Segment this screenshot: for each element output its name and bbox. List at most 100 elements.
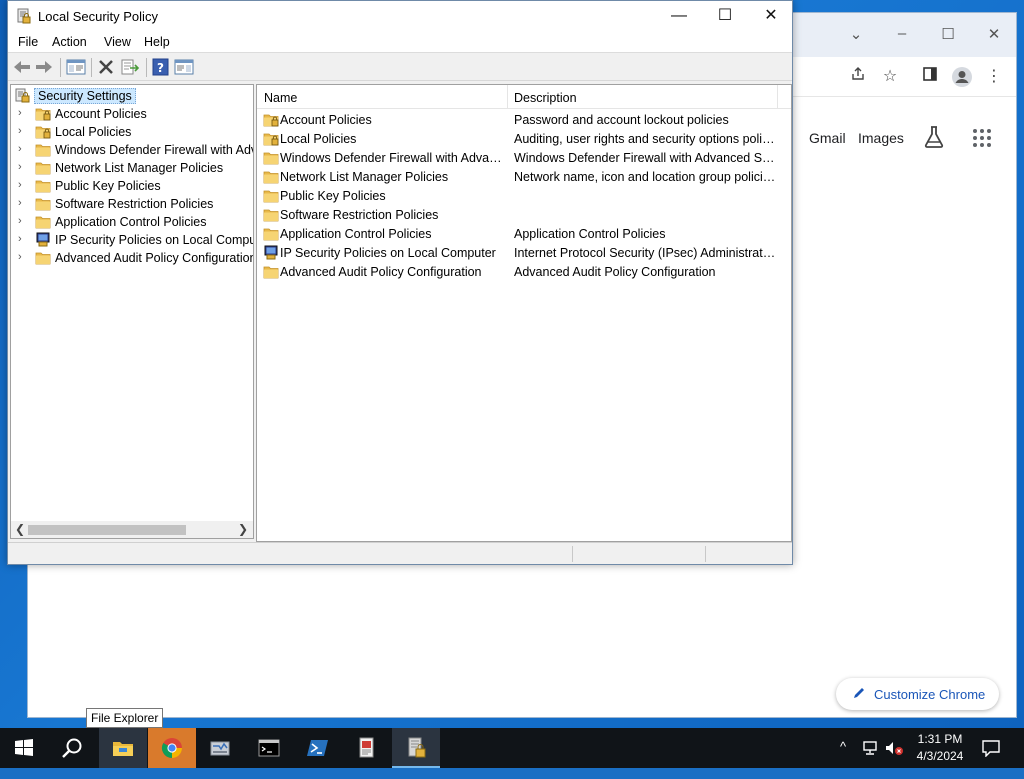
folder-icon [263, 207, 279, 222]
tree-item-label: Network List Manager Policies [55, 161, 224, 175]
expand-chevron-icon[interactable]: › [18, 233, 28, 245]
menu-file[interactable]: File [18, 35, 38, 49]
search-button[interactable] [48, 728, 96, 768]
toolbar: ? [8, 54, 792, 81]
menu-action[interactable]: Action [52, 35, 87, 49]
back-arrow-icon[interactable] [12, 58, 32, 76]
maximize-icon[interactable]: ☐ [936, 25, 960, 43]
bookmark-star-icon[interactable]: ☆ [879, 66, 901, 88]
notifications-icon[interactable] [981, 739, 1001, 757]
list-item[interactable]: Advanced Audit Policy Configuration Advan… [257, 262, 791, 281]
tree-item[interactable]: › Software Restriction Policies [11, 195, 253, 213]
expand-chevron-icon[interactable]: › [18, 143, 28, 155]
list-item[interactable]: Windows Defender Firewall with Advanc...… [257, 148, 791, 167]
list-item[interactable]: Application Control Policies Application … [257, 224, 791, 243]
scroll-right-icon[interactable]: ❯ [238, 522, 248, 536]
chevron-down-icon[interactable]: ⌄ [844, 25, 868, 43]
volume-muted-icon[interactable] [884, 740, 904, 756]
labs-flask-icon[interactable] [923, 125, 945, 149]
tree-item[interactable]: › Account Policies [11, 105, 253, 123]
list-item[interactable]: Network List Manager Policies Network nam… [257, 167, 791, 186]
expand-chevron-icon[interactable]: › [18, 197, 28, 209]
column-header: Name Description [257, 85, 791, 109]
column-divider[interactable] [777, 85, 778, 109]
google-apps-icon[interactable] [973, 129, 991, 147]
start-button[interactable] [0, 728, 48, 768]
scroll-left-icon[interactable]: ❮ [15, 522, 25, 536]
delete-x-icon[interactable] [96, 58, 116, 76]
tree-item[interactable]: › Windows Defender Firewall with Adva [11, 141, 253, 159]
forward-arrow-icon[interactable] [34, 58, 54, 76]
customize-chrome-label: Customize Chrome [874, 686, 986, 702]
clock[interactable]: 1:31 PM 4/3/2024 [912, 731, 968, 765]
powershell-icon [307, 740, 328, 756]
tree-item[interactable]: › IP Security Policies on Local Compute [11, 231, 253, 249]
list-item[interactable]: Software Restriction Policies [257, 205, 791, 224]
close-button[interactable]: ✕ [748, 1, 794, 31]
taskbar-server-manager[interactable] [196, 728, 244, 768]
more-menu-icon[interactable]: ⋮ [983, 66, 1005, 88]
local-security-policy-window[interactable]: Local Security Policy — ☐ ✕ File Action … [7, 0, 793, 565]
column-name-header[interactable]: Name [264, 91, 297, 105]
taskbar: ^ 1:31 PM 4/3/2024 [0, 728, 1024, 768]
pencil-icon [854, 688, 864, 698]
list-item[interactable]: Public Key Policies [257, 186, 791, 205]
folder-icon [35, 160, 51, 175]
taskbar-powershell[interactable] [294, 728, 342, 768]
show-hide-action-pane-icon[interactable] [174, 58, 194, 76]
title-bar[interactable]: Local Security Policy — ☐ ✕ [8, 1, 792, 31]
list-item[interactable]: IP Security Policies on Local Computer In… [257, 243, 791, 262]
profile-avatar-icon[interactable] [951, 66, 973, 88]
expand-chevron-icon[interactable]: › [18, 107, 28, 119]
console-tree[interactable]: Security Settings › Account Policies › Loca… [10, 84, 254, 539]
minimize-icon[interactable]: – [890, 25, 914, 42]
tree-item-label: Public Key Policies [55, 179, 161, 193]
tree-root-security-settings[interactable]: Security Settings [11, 87, 253, 105]
policy-folder-icon [263, 131, 279, 146]
expand-chevron-icon[interactable]: › [18, 161, 28, 173]
minimize-button[interactable]: — [656, 1, 702, 31]
expand-chevron-icon[interactable]: › [18, 251, 28, 263]
tree-item[interactable]: › Network List Manager Policies [11, 159, 253, 177]
list-item-description: Windows Defender Firewall with Advanced … [514, 151, 776, 165]
side-panel-icon[interactable] [919, 66, 941, 88]
images-link[interactable]: Images [858, 130, 904, 146]
gmail-link[interactable]: Gmail [809, 130, 846, 146]
help-icon[interactable]: ? [151, 58, 171, 76]
horizontal-scrollbar[interactable]: ❮ ❯ [11, 521, 253, 538]
folder-icon [35, 178, 51, 193]
list-item[interactable]: Account Policies Password and account loc… [257, 110, 791, 129]
tree-item[interactable]: › Public Key Policies [11, 177, 253, 195]
list-item-name: Windows Defender Firewall with Advanc... [280, 151, 508, 165]
close-icon[interactable]: ✕ [982, 25, 1006, 43]
details-list[interactable]: Name Description Account Policies Passwor… [256, 84, 792, 542]
show-hidden-icons-chevron-icon[interactable]: ^ [840, 739, 846, 779]
status-bar [8, 542, 792, 564]
security-settings-icon [15, 88, 30, 103]
maximize-button[interactable]: ☐ [702, 1, 748, 31]
tree-item[interactable]: › Advanced Audit Policy Configuration [11, 249, 253, 267]
taskbar-local-security-policy[interactable] [392, 728, 440, 768]
chrome-icon [161, 738, 182, 759]
list-item[interactable]: Local Policies Auditing, user rights and … [257, 129, 791, 148]
export-list-icon[interactable] [120, 58, 140, 76]
taskbar-file-explorer[interactable] [99, 728, 147, 768]
column-description-header[interactable]: Description [514, 91, 577, 105]
menu-help[interactable]: Help [144, 35, 170, 49]
tree-item[interactable]: › Application Control Policies [11, 213, 253, 231]
taskbar-chrome[interactable] [148, 728, 196, 768]
expand-chevron-icon[interactable]: › [18, 125, 28, 137]
show-hide-console-tree-icon[interactable] [66, 58, 86, 76]
clock-time: 1:31 PM [917, 732, 963, 746]
expand-chevron-icon[interactable]: › [18, 215, 28, 227]
taskbar-security-policy-alt[interactable] [343, 728, 391, 768]
menu-view[interactable]: View [104, 35, 131, 49]
customize-chrome-button[interactable]: Customize Chrome [836, 678, 999, 710]
scrollbar-thumb[interactable] [28, 525, 186, 535]
share-icon[interactable] [847, 66, 869, 88]
network-icon[interactable] [862, 740, 880, 756]
expand-chevron-icon[interactable]: › [18, 179, 28, 191]
tree-item[interactable]: › Local Policies [11, 123, 253, 141]
taskbar-command-prompt[interactable] [245, 728, 293, 768]
column-divider[interactable] [507, 85, 508, 109]
